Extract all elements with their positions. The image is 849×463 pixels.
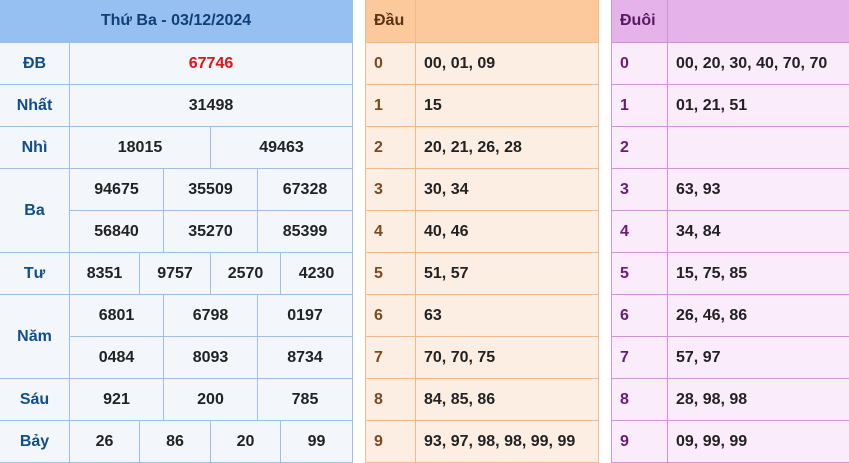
- prize-number: 785: [258, 379, 353, 421]
- head-digit: 6: [366, 295, 416, 337]
- prize-number: 56840: [70, 211, 164, 253]
- tail-values: 00, 20, 30, 40, 70, 70: [668, 43, 849, 85]
- head-digit: 3: [366, 169, 416, 211]
- head-values: 15: [416, 85, 598, 127]
- tail-values: 34, 84: [668, 211, 849, 253]
- results-title: Thứ Ba - 03/12/2024: [0, 0, 353, 43]
- head-digit: 8: [366, 379, 416, 421]
- head-digit: 0: [366, 43, 416, 85]
- tail-digit: 3: [612, 169, 668, 211]
- head-digit: 9: [366, 421, 416, 463]
- head-values: 00, 01, 09: [416, 43, 598, 85]
- prize-number: 67328: [258, 169, 353, 211]
- prize-number: 200: [164, 379, 258, 421]
- head-digit: 1: [366, 85, 416, 127]
- prize-number: 6801: [70, 295, 164, 337]
- head-values: 40, 46: [416, 211, 598, 253]
- tail-values: 28, 98, 98: [668, 379, 849, 421]
- tail-digit: 7: [612, 337, 668, 379]
- tail-digit: 5: [612, 253, 668, 295]
- head-digit: 7: [366, 337, 416, 379]
- tail-table: Đuôi 0 00, 20, 30, 40, 70, 70 1 01, 21, …: [611, 0, 849, 463]
- head-table: Đầu 0 00, 01, 09 1 15 2 20, 21, 26, 28 3…: [365, 0, 599, 463]
- prize-number: 2570: [211, 253, 281, 295]
- head-values: 63: [416, 295, 598, 337]
- tail-title: Đuôi: [612, 0, 668, 43]
- head-header-fill: [416, 0, 598, 43]
- head-values: 30, 34: [416, 169, 598, 211]
- prize-number: 4230: [281, 253, 353, 295]
- head-values: 51, 57: [416, 253, 598, 295]
- prize-number: 18015: [70, 127, 211, 169]
- prize-label-sixth: Sáu: [0, 379, 70, 421]
- prize-number: 85399: [258, 211, 353, 253]
- tail-values: 26, 46, 86: [668, 295, 849, 337]
- prize-number: 49463: [211, 127, 353, 169]
- prize-number: 35509: [164, 169, 258, 211]
- prize-number: 86: [140, 421, 211, 463]
- head-digit: 4: [366, 211, 416, 253]
- prize-label-second: Nhì: [0, 127, 70, 169]
- head-values: 70, 70, 75: [416, 337, 598, 379]
- tail-digit: 0: [612, 43, 668, 85]
- head-values: 84, 85, 86: [416, 379, 598, 421]
- prize-number: 20: [211, 421, 281, 463]
- prize-number: 31498: [70, 85, 353, 127]
- results-table: Thứ Ba - 03/12/2024 ĐB 67746 Nhất 31498 …: [0, 0, 353, 463]
- tail-header-fill: [668, 0, 849, 43]
- prize-number: 9757: [140, 253, 211, 295]
- prize-number: 99: [281, 421, 353, 463]
- prize-label-seventh: Bảy: [0, 421, 70, 463]
- prize-number: 6798: [164, 295, 258, 337]
- prize-number: 8093: [164, 337, 258, 379]
- head-digit: 5: [366, 253, 416, 295]
- tail-digit: 1: [612, 85, 668, 127]
- tail-values: 09, 99, 99: [668, 421, 849, 463]
- head-values: 93, 97, 98, 98, 99, 99: [416, 421, 598, 463]
- tail-digit: 6: [612, 295, 668, 337]
- prize-number: 0197: [258, 295, 353, 337]
- prize-number: 94675: [70, 169, 164, 211]
- tail-values: 57, 97: [668, 337, 849, 379]
- prize-label-fourth: Tư: [0, 253, 70, 295]
- tail-digit: 2: [612, 127, 668, 169]
- prize-label-special: ĐB: [0, 43, 70, 85]
- head-digit: 2: [366, 127, 416, 169]
- tail-values: 01, 21, 51: [668, 85, 849, 127]
- tail-values: 15, 75, 85: [668, 253, 849, 295]
- prize-number: 0484: [70, 337, 164, 379]
- tail-digit: 9: [612, 421, 668, 463]
- prize-label-fifth: Năm: [0, 295, 70, 379]
- prize-number: 35270: [164, 211, 258, 253]
- prize-number: 8351: [70, 253, 140, 295]
- tail-digit: 4: [612, 211, 668, 253]
- tail-digit: 8: [612, 379, 668, 421]
- tail-values: 63, 93: [668, 169, 849, 211]
- prize-label-first: Nhất: [0, 85, 70, 127]
- head-title: Đầu: [366, 0, 416, 43]
- head-values: 20, 21, 26, 28: [416, 127, 598, 169]
- prize-label-third: Ba: [0, 169, 70, 253]
- prize-number: 921: [70, 379, 164, 421]
- prize-number: 26: [70, 421, 140, 463]
- tail-values: [668, 127, 849, 169]
- prize-number: 67746: [70, 43, 353, 85]
- prize-number: 8734: [258, 337, 353, 379]
